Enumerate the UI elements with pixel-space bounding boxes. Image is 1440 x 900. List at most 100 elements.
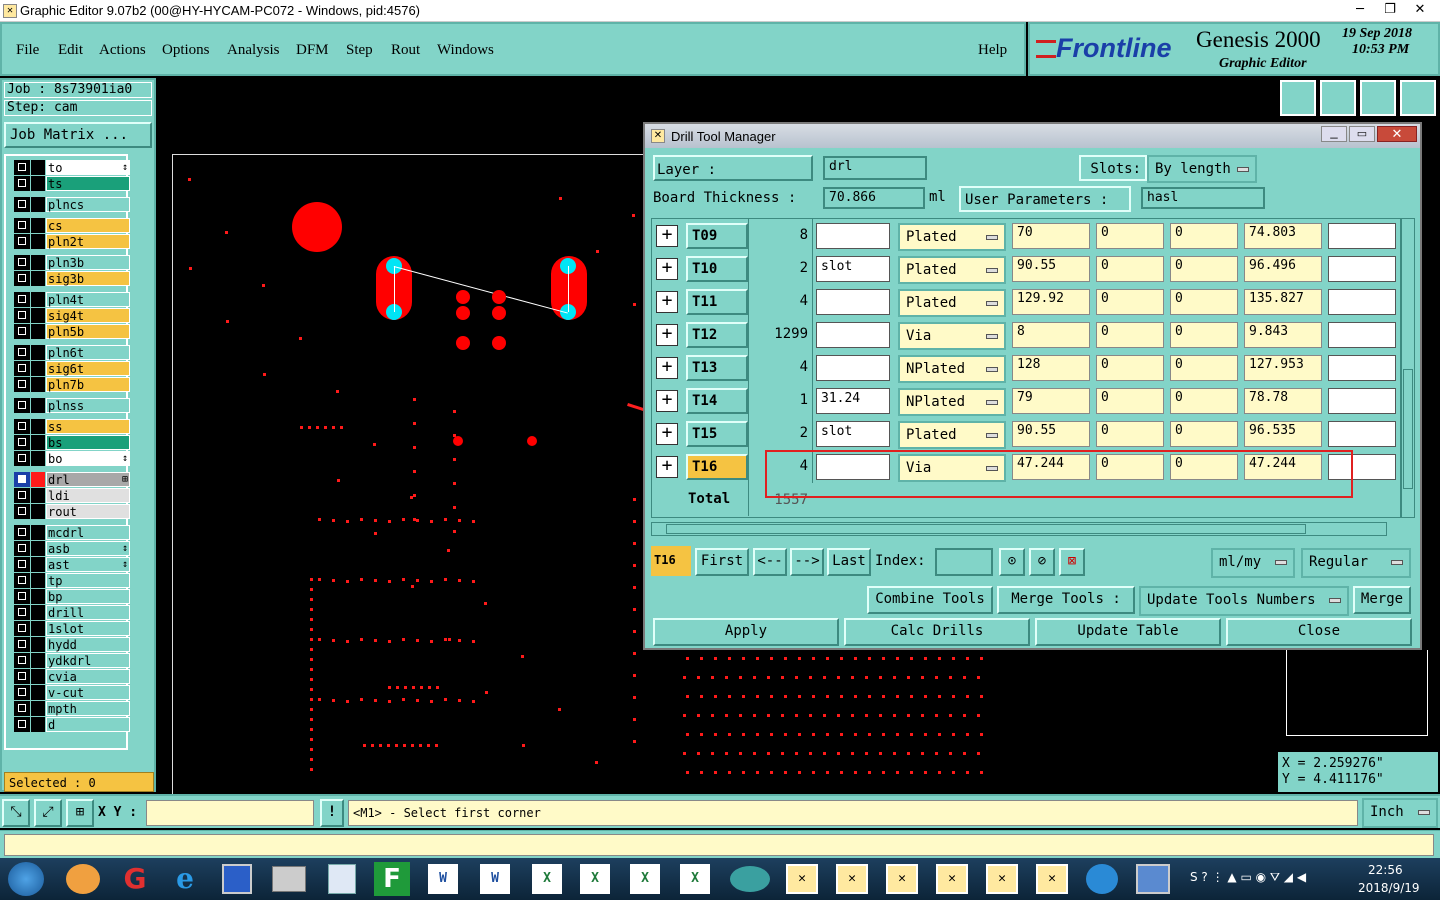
layer-color-swatch[interactable] <box>31 701 45 716</box>
import-icon[interactable] <box>1320 80 1356 116</box>
expand-icon[interactable]: + <box>656 324 678 346</box>
layer-item-pln3b[interactable]: pln3b <box>14 255 130 270</box>
layer-item-bs[interactable]: bs <box>14 435 130 450</box>
zoom-area-icon[interactable]: ⤢ <box>34 799 62 827</box>
layer-item-mpth[interactable]: mpth <box>14 701 130 716</box>
menu-step[interactable]: Step <box>346 42 373 59</box>
layer-color-swatch[interactable] <box>31 234 45 249</box>
tool-type-field[interactable] <box>816 355 890 381</box>
layer-color-swatch[interactable] <box>31 271 45 286</box>
layer-checkbox[interactable] <box>14 504 30 519</box>
layer-color-swatch[interactable] <box>31 451 45 466</box>
layer-checkbox[interactable] <box>14 701 30 716</box>
thickness-field[interactable]: 70.866 <box>823 187 925 209</box>
tool-type-field[interactable]: slot <box>816 421 890 447</box>
alert-icon[interactable]: ! <box>320 799 344 827</box>
clock-time[interactable]: 22:56 <box>1368 863 1403 877</box>
layer-checkbox[interactable] <box>14 398 30 413</box>
tolerance-plus-field[interactable]: 0 <box>1096 256 1164 282</box>
layer-color-swatch[interactable] <box>31 398 45 413</box>
finish-size-field[interactable]: 74.803 <box>1244 223 1322 249</box>
tool-name[interactable]: T14 <box>686 388 748 414</box>
drill-size-field[interactable]: 90.55 <box>1012 256 1090 282</box>
layer-item-sig3b[interactable]: sig3b <box>14 271 130 286</box>
tool-name[interactable]: T11 <box>686 289 748 315</box>
extra-field[interactable] <box>1328 388 1396 414</box>
finish-size-field[interactable]: 96.496 <box>1244 256 1322 282</box>
plating-dropdown[interactable]: Plated <box>898 421 1006 449</box>
maximize-icon[interactable]: ❐ <box>1375 0 1405 20</box>
extra-field[interactable] <box>1328 289 1396 315</box>
plating-dropdown[interactable]: Plated <box>898 289 1006 317</box>
unit-dropdown[interactable]: Inch <box>1362 798 1438 828</box>
extra-field[interactable] <box>1328 322 1396 348</box>
find-icon[interactable]: ⊙ <box>999 548 1025 576</box>
menu-windows[interactable]: Windows <box>437 42 494 59</box>
menu-rout[interactable]: Rout <box>391 42 420 59</box>
dialog-close-icon[interactable]: ✕ <box>1377 126 1417 142</box>
layer-item-cvia[interactable]: cvia <box>14 669 130 684</box>
layer-item-pln7b[interactable]: pln7b <box>14 377 130 392</box>
layer-item-mcdrl[interactable]: mcdrl <box>14 525 130 540</box>
layer-checkbox[interactable] <box>14 557 30 572</box>
layer-item-ydkdrl[interactable]: ydkdrl <box>14 653 130 668</box>
close-button[interactable]: Close <box>1226 618 1412 646</box>
layer-color-swatch[interactable] <box>31 160 45 175</box>
layer-checkbox[interactable] <box>14 573 30 588</box>
layer-color-swatch[interactable] <box>31 292 45 307</box>
tolerance-minus-field[interactable]: 0 <box>1170 289 1238 315</box>
finish-size-field[interactable]: 9.843 <box>1244 322 1322 348</box>
layer-color-swatch[interactable] <box>31 377 45 392</box>
tolerance-minus-field[interactable]: 0 <box>1170 322 1238 348</box>
word-icon[interactable]: W <box>480 864 510 894</box>
tolerance-plus-field[interactable]: 0 <box>1096 289 1164 315</box>
plating-dropdown[interactable]: NPlated <box>898 388 1006 416</box>
paper-plane-icon[interactable] <box>1086 864 1118 894</box>
drill-size-field[interactable]: 129.92 <box>1012 289 1090 315</box>
combine-tools-button[interactable]: Combine Tools <box>867 586 993 614</box>
tool-row[interactable]: + T14 1 31.24 NPlated 79 0 0 78.78 <box>652 384 1396 417</box>
menu-file[interactable]: File <box>16 42 39 59</box>
slots-dropdown[interactable]: By length <box>1147 155 1257 183</box>
tool-type-field[interactable] <box>816 322 890 348</box>
tolerance-minus-field[interactable]: 0 <box>1170 421 1238 447</box>
tool-name[interactable]: T13 <box>686 355 748 381</box>
tolerance-plus-field[interactable]: 0 <box>1096 388 1164 414</box>
tool-row[interactable]: + T10 2 slot Plated 90.55 0 0 96.496 <box>652 252 1396 285</box>
layer-checkbox[interactable] <box>14 621 30 636</box>
layer-item-plncs[interactable]: plncs <box>14 197 130 212</box>
word-icon[interactable]: W <box>428 864 458 894</box>
expand-icon[interactable]: + <box>656 423 678 445</box>
layer-item-hydd[interactable]: hydd <box>14 637 130 652</box>
layer-item-cs[interactable]: cs <box>14 218 130 233</box>
menu-actions[interactable]: Actions <box>99 42 146 59</box>
tool-row[interactable]: + T11 4 Plated 129.92 0 0 135.827 <box>652 285 1396 318</box>
layer-item-tp[interactable]: tp <box>14 573 130 588</box>
export-icon[interactable] <box>1280 80 1316 116</box>
minimize-icon[interactable]: ─ <box>1345 0 1375 20</box>
horizontal-scrollbar[interactable] <box>651 522 1387 536</box>
genesis-window-icon[interactable]: ✕ <box>936 864 968 894</box>
layer-checkbox[interactable] <box>14 589 30 604</box>
layer-field[interactable]: drl <box>823 156 927 180</box>
window-icon[interactable] <box>1400 80 1436 116</box>
eye-app-icon[interactable] <box>730 866 770 892</box>
expand-icon[interactable]: + <box>656 456 678 478</box>
tool-type-field[interactable]: 31.24 <box>816 388 890 414</box>
layer-color-swatch[interactable] <box>31 504 45 519</box>
menu-dfm[interactable]: DFM <box>296 42 329 59</box>
layer-checkbox[interactable] <box>14 669 30 684</box>
layer-checkbox[interactable] <box>14 605 30 620</box>
layer-item-1slot[interactable]: 1slot <box>14 621 130 636</box>
layer-color-swatch[interactable] <box>31 621 45 636</box>
layer-item-drl[interactable]: drl ⊞ <box>14 472 130 487</box>
drill-size-field[interactable]: 128 <box>1012 355 1090 381</box>
start-icon[interactable] <box>8 862 44 896</box>
genesis-window-icon[interactable]: ✕ <box>986 864 1018 894</box>
layer-checkbox[interactable] <box>14 377 30 392</box>
layer-color-swatch[interactable] <box>31 218 45 233</box>
tool-name[interactable]: T12 <box>686 322 748 348</box>
genesis-window-icon[interactable]: ✕ <box>1036 864 1068 894</box>
layer-color-swatch[interactable] <box>31 541 45 556</box>
layer-item-ast[interactable]: ast ↕ <box>14 557 130 572</box>
